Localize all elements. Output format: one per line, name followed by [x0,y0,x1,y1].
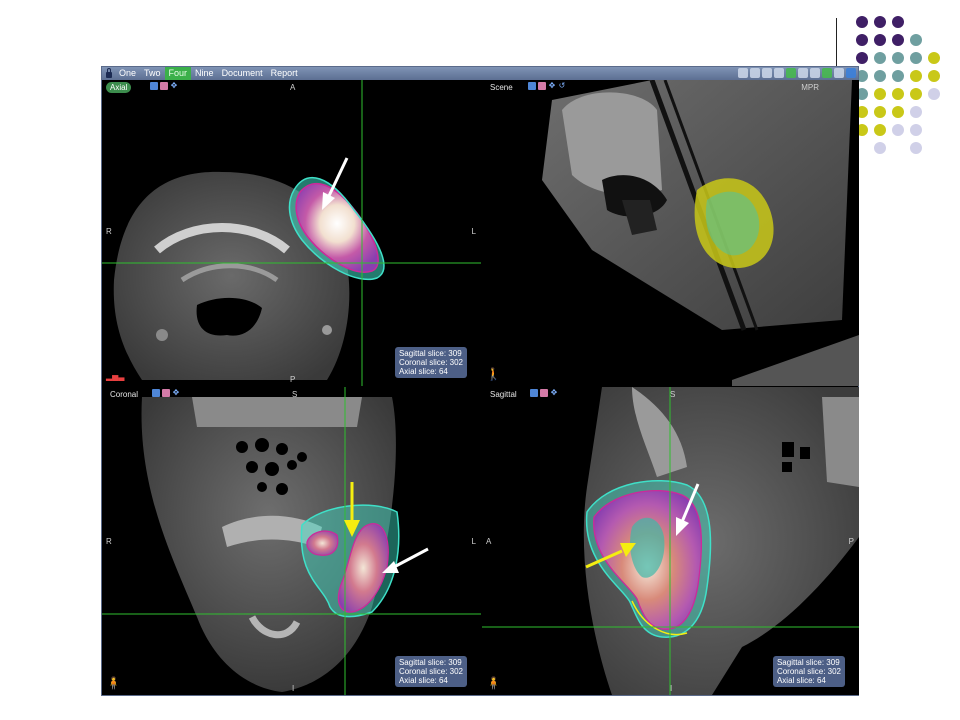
add-icon[interactable] [786,68,796,78]
document-button[interactable]: Document [218,67,267,80]
rotate-icon[interactable]: ↺ [558,82,566,90]
imaging-app-window: One Two Four Nine Document Report Axial … [101,66,859,696]
window-icon[interactable] [750,68,760,78]
orientation-bottom: I [670,684,673,693]
viewport-label[interactable]: Scene [486,82,517,93]
slide-divider-line [836,18,837,68]
person-orientation-icon[interactable]: 🧍 [486,676,501,690]
coronal-slice-text: Coronal slice: 302 [398,667,463,676]
sagittal-viewport[interactable]: Sagittal ✥ S A P I Sagittal slice: 309 C… [482,387,859,695]
orientation-right: L [471,227,476,236]
move-icon[interactable]: ✥ [172,389,180,397]
coronal-slice-text: Coronal slice: 302 [398,358,463,367]
settings-icon[interactable] [528,82,536,90]
slice-info: Sagittal slice: 309 Coronal slice: 302 A… [394,656,467,687]
toolbar [738,68,856,78]
layout-four-button[interactable]: Four [164,67,192,80]
viewport-icons: ✥ [150,82,178,90]
mountain-icon[interactable] [822,68,832,78]
orientation-right: P [848,537,854,546]
sagittal-slice-text: Sagittal slice: 309 [776,658,840,667]
sagittal-image [482,387,859,695]
list-icon[interactable] [738,68,748,78]
viewport-icons: ✥ ↺ [528,82,566,90]
person-orientation-icon[interactable]: 🧍 [106,676,121,690]
report-button[interactable]: Report [267,67,302,80]
render-mode-label: MPR [801,83,819,92]
slice-info: Sagittal slice: 309 Coronal slice: 302 A… [394,347,467,378]
layout-one-button[interactable]: One [115,67,140,80]
sagittal-slice-text: Sagittal slice: 309 [398,349,462,358]
color-icon[interactable] [162,389,170,397]
scene-viewport[interactable]: Scene ✥ ↺ MPR 🚶 [482,80,859,386]
settings-icon[interactable] [150,82,158,90]
move-icon[interactable]: ✥ [548,82,556,90]
viewport-label[interactable]: Axial [106,82,132,93]
coronal-slice-text: Coronal slice: 302 [776,667,841,676]
axial-image [102,80,481,386]
layout-nine-button[interactable]: Nine [191,67,218,80]
viewport-icons: ✥ [152,389,180,397]
viewport-label[interactable]: Sagittal [486,389,521,400]
color-icon[interactable] [540,389,548,397]
slice-info: Sagittal slice: 309 Coronal slice: 302 A… [772,656,845,687]
settings-icon[interactable] [152,389,160,397]
menu-bar: One Two Four Nine Document Report [102,67,858,80]
move-icon[interactable]: ✥ [170,82,178,90]
color-icon[interactable] [538,82,546,90]
color-icon[interactable] [160,82,168,90]
viewport-label[interactable]: Coronal [106,389,142,400]
orientation-bottom: I [292,684,295,693]
orientation-left: R [106,537,112,546]
axial-slice-text: Axial slice: 64 [398,676,448,685]
coronal-viewport[interactable]: Coronal ✥ S R L I Sagittal slice: 309 Co… [102,387,481,695]
pencil-icon[interactable] [774,68,784,78]
orientation-top: S [292,390,298,399]
orientation-left: A [486,537,492,546]
histogram-icon[interactable]: ▂▅▃ [106,372,124,381]
scene-3d-render [542,80,859,386]
zoom-icon[interactable] [834,68,844,78]
axial-slice-text: Axial slice: 64 [398,367,448,376]
orientation-top: A [290,83,296,92]
settings-icon[interactable] [530,389,538,397]
lock-icon[interactable] [106,67,112,78]
orientation-right: L [471,537,476,546]
move-icon[interactable]: ✥ [550,389,558,397]
frame-icon[interactable] [810,68,820,78]
viewport-icons: ✥ [530,389,558,397]
orientation-left: R [106,227,112,236]
sagittal-slice-text: Sagittal slice: 309 [398,658,462,667]
axial-slice-text: Axial slice: 64 [776,676,826,685]
orientation-bottom: P [290,375,296,384]
chevron-down-icon[interactable] [846,68,856,78]
person-orientation-icon[interactable]: 🚶 [486,367,501,381]
coronal-image [102,387,481,695]
axial-viewport[interactable]: Axial ✥ A R L P Sagittal slice: 309 Coro… [102,80,481,386]
hand-icon[interactable] [762,68,772,78]
orientation-top: S [670,390,676,399]
layout-two-button[interactable]: Two [140,67,165,80]
crosshair-icon[interactable] [798,68,808,78]
